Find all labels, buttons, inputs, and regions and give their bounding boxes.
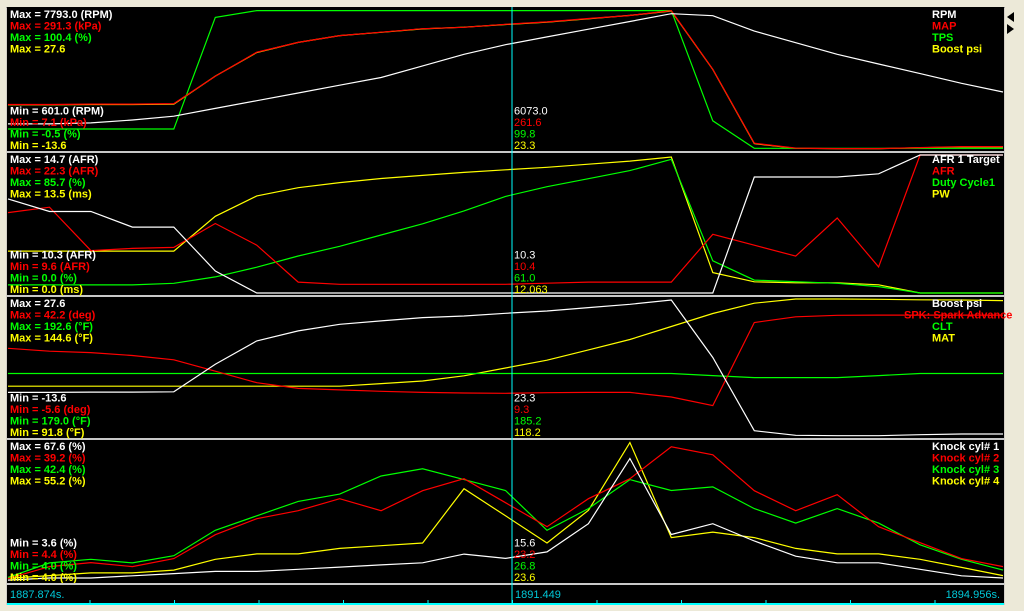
legend-knock-cyl-3[interactable]: Knock cyl# 3 xyxy=(932,464,999,476)
max-label: Max = 42.2 (deg) xyxy=(10,310,96,322)
cursor-value: 99.8 xyxy=(514,129,535,141)
legend-afr[interactable]: AFR xyxy=(932,166,955,178)
min-label: Min = -13.6 xyxy=(10,140,67,152)
cursor-value: 23.6 xyxy=(514,572,535,584)
cursor-value: 261.6 xyxy=(514,117,542,129)
max-label: Max = 100.4 (%) xyxy=(10,32,92,44)
cursor-value: 23.3 xyxy=(514,393,535,405)
legend-duty-cycle1[interactable]: Duty Cycle1 xyxy=(932,177,995,189)
max-label: Max = 67.6 (%) xyxy=(10,441,86,453)
min-label: Min = 10.3 (AFR) xyxy=(10,250,96,262)
min-label: Min = 179.0 (°F) xyxy=(10,416,91,428)
legend-boost-psi[interactable]: Boost psi xyxy=(932,298,982,310)
legend-knock-cyl-2[interactable]: Knock cyl# 2 xyxy=(932,453,999,465)
min-label: Min = 91.8 (°F) xyxy=(10,427,85,439)
cursor-value: 10.4 xyxy=(514,261,535,273)
min-label: Min = 601.0 (RPM) xyxy=(10,106,104,118)
min-label: Min = 4.0 (%) xyxy=(10,572,77,584)
min-label: Min = 7.1 (kPa) xyxy=(10,117,87,129)
min-label: Min = 0.0 (%) xyxy=(10,273,77,285)
min-label: Min = 3.6 (%) xyxy=(10,538,77,550)
min-label: Min = 4.4 (%) xyxy=(10,549,77,561)
max-label: Max = 7793.0 (RPM) xyxy=(10,9,113,21)
legend-spk-spark-advance[interactable]: SPK: Spark Advance xyxy=(904,310,1012,322)
legend-afr-1-target[interactable]: AFR 1 Target xyxy=(932,154,1000,166)
cursor-value: 10.3 xyxy=(514,250,535,262)
time-cursor-label: 1891.449 xyxy=(515,589,561,601)
max-label: Max = 22.3 (AFR) xyxy=(10,166,99,178)
max-label: Max = 192.6 (°F) xyxy=(10,321,93,333)
cursor-value: 185.2 xyxy=(514,416,542,428)
max-label: Max = 14.7 (AFR) xyxy=(10,154,99,166)
cursor-value: 6073.0 xyxy=(514,106,548,118)
min-label: Min = -0.5 (%) xyxy=(10,129,81,141)
cursor-value: 12.063 xyxy=(514,284,548,296)
max-label: Max = 85.7 (%) xyxy=(10,177,86,189)
log-viewer-graph[interactable]: Max = 7793.0 (RPM) Min = 601.0 (RPM) 6073.… xyxy=(0,0,1024,611)
max-label: Max = 55.2 (%) xyxy=(10,476,86,488)
legend-knock-cyl-1[interactable]: Knock cyl# 1 xyxy=(932,441,999,453)
max-label: Max = 291.3 (kPa) xyxy=(10,21,102,33)
max-label: Max = 39.2 (%) xyxy=(10,453,86,465)
cursor-value: 9.3 xyxy=(514,404,529,416)
max-label: Max = 27.6 xyxy=(10,298,65,310)
time-start-label: 1887.874s. xyxy=(10,589,64,601)
min-label: Min = -13.6 xyxy=(10,393,67,405)
legend-clt[interactable]: CLT xyxy=(932,321,953,333)
max-label: Max = 144.6 (°F) xyxy=(10,333,93,345)
min-label: Min = 9.6 (AFR) xyxy=(10,261,90,273)
cursor-value: 23.3 xyxy=(514,140,535,152)
legend-knock-cyl-4[interactable]: Knock cyl# 4 xyxy=(932,476,1000,488)
cursor-value: 26.8 xyxy=(514,561,535,573)
max-label: Max = 27.6 xyxy=(10,44,65,56)
cursor-value: 15.6 xyxy=(514,538,535,550)
legend-boost-psi[interactable]: Boost psi xyxy=(932,44,982,56)
legend-mat[interactable]: MAT xyxy=(932,333,955,345)
min-label: Min = 0.0 (ms) xyxy=(10,284,83,296)
legend-rpm[interactable]: RPM xyxy=(932,9,956,21)
min-label: Min = 4.0 (%) xyxy=(10,561,77,573)
time-end-label: 1894.956s. xyxy=(946,589,1000,601)
min-label: Min = -5.6 (deg) xyxy=(10,404,91,416)
legend-tps[interactable]: TPS xyxy=(932,32,953,44)
legend-map[interactable]: MAP xyxy=(932,21,956,33)
cursor-value: 118.2 xyxy=(514,427,541,439)
cursor-value: 23.2 xyxy=(514,549,535,561)
cursor-value: 61.0 xyxy=(514,273,535,285)
legend-pw[interactable]: PW xyxy=(932,189,950,201)
max-label: Max = 13.5 (ms) xyxy=(10,189,92,201)
max-label: Max = 42.4 (%) xyxy=(10,464,86,476)
